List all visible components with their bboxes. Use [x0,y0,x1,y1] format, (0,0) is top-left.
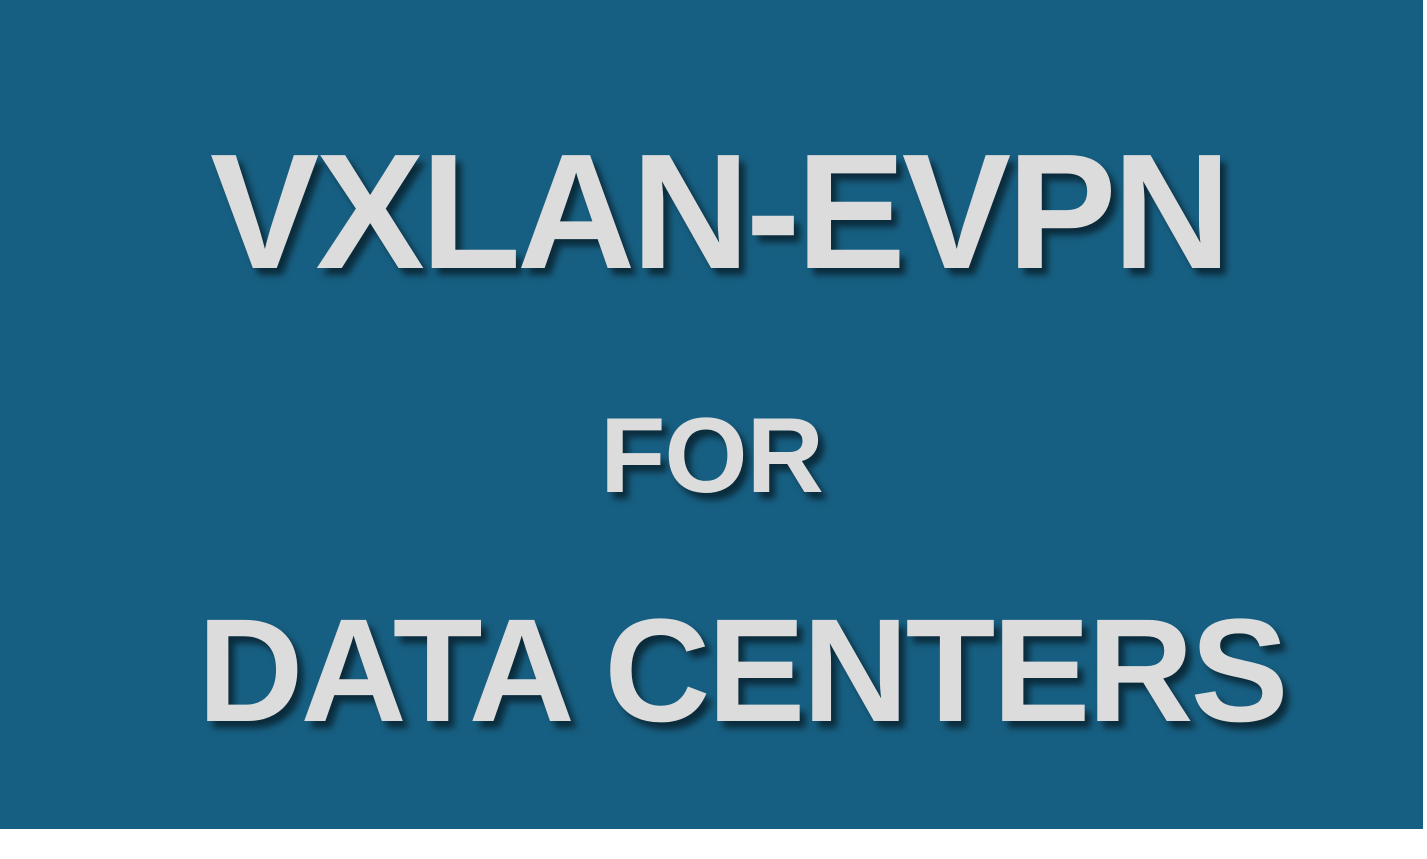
title-line-data-centers: DATA CENTERS [197,589,1288,753]
title-line-for: FOR [600,395,824,515]
title-banner: VXLAN-EVPN FOR DATA CENTERS [0,0,1423,829]
title-line-vxlan-evpn: VXLAN-EVPN [209,120,1231,303]
